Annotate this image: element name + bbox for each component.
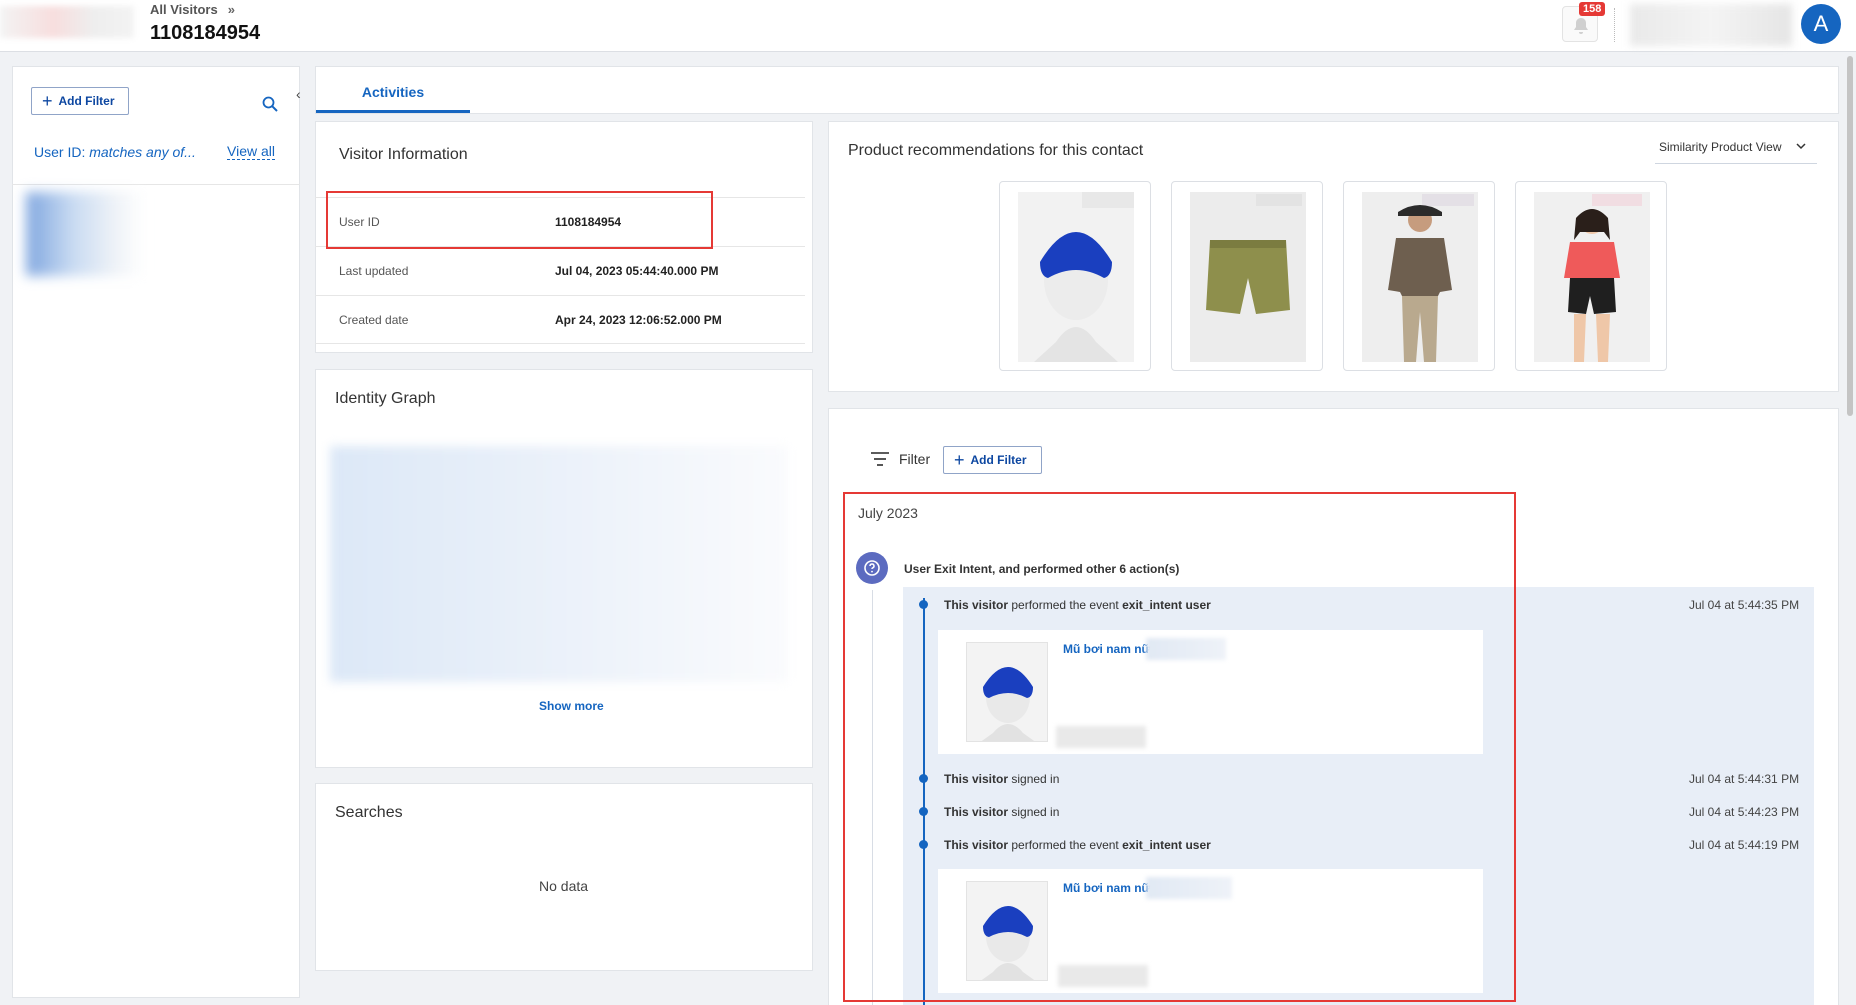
header-divider — [1614, 8, 1615, 42]
view-all-link[interactable]: View all — [227, 143, 275, 160]
visitor-info-title: Visitor Information — [339, 146, 468, 163]
product-image-shorts — [1190, 192, 1306, 362]
highlight-box-activity — [843, 492, 1516, 1002]
info-key: Created date — [339, 313, 409, 327]
chevron-down-icon — [1796, 143, 1806, 150]
product-card[interactable] — [1343, 181, 1495, 371]
activity-add-filter-button[interactable]: + Add Filter — [943, 446, 1042, 474]
event-time: Jul 04 at 5:44:35 PM — [1689, 598, 1800, 612]
notification-badge: 158 — [1579, 2, 1606, 16]
breadcrumb-separator: » — [227, 2, 235, 17]
product-card[interactable] — [1171, 181, 1323, 371]
filter-condition: matches any of... — [89, 144, 196, 160]
info-row-created-date: Created date Apr 24, 2023 12:06:52.000 PM — [315, 295, 805, 344]
page-scrollbar[interactable] — [1847, 56, 1853, 416]
info-key: Last updated — [339, 264, 409, 278]
breadcrumb[interactable]: All Visitors » — [150, 2, 235, 17]
list-item[interactable] — [26, 192, 144, 276]
show-more-link[interactable]: Show more — [539, 699, 604, 713]
breadcrumb-link[interactable]: All Visitors — [150, 2, 218, 17]
highlight-box-user-id — [326, 191, 713, 249]
searches-title: Searches — [335, 804, 403, 821]
info-value: Apr 24, 2023 12:06:52.000 PM — [555, 313, 722, 327]
product-card[interactable] — [999, 181, 1151, 371]
search-icon[interactable] — [262, 96, 278, 112]
info-value: Jul 04, 2023 05:44:40.000 PM — [555, 264, 719, 278]
page-title: 1108184954 — [150, 22, 261, 44]
product-image-swim-cap — [1018, 192, 1134, 362]
product-image-man-polo — [1362, 192, 1478, 362]
active-filter: User ID: matches any of... — [34, 144, 196, 160]
product-image-woman-polo — [1534, 192, 1650, 362]
add-filter-label: Add Filter — [58, 94, 115, 108]
info-row-last-updated: Last updated Jul 04, 2023 05:44:40.000 PM — [315, 246, 805, 295]
top-header: All Visitors » 1108184954 158 A — [0, 0, 1856, 52]
event-time: Jul 04 at 5:44:19 PM — [1689, 838, 1800, 852]
tab-activities[interactable]: Activities — [316, 84, 470, 100]
empty-state: No data — [539, 878, 589, 894]
tab-bar — [315, 66, 1839, 114]
event-time: Jul 04 at 5:44:23 PM — [1689, 805, 1800, 819]
filter-label[interactable]: Filter — [899, 451, 930, 467]
bell-icon — [1574, 18, 1588, 34]
collapse-panel-icon[interactable]: ‹ — [296, 86, 301, 102]
list-divider — [12, 184, 300, 185]
filter-icon[interactable] — [870, 451, 890, 467]
add-filter-label: Add Filter — [970, 453, 1027, 467]
dropdown-value: Similarity Product View — [1659, 140, 1782, 154]
avatar[interactable]: A — [1801, 4, 1841, 44]
filter-field: User ID: — [34, 144, 90, 160]
account-name[interactable] — [1630, 4, 1792, 46]
plus-icon: + — [42, 91, 53, 111]
product-card[interactable] — [1515, 181, 1667, 371]
logo[interactable] — [0, 6, 134, 38]
event-time: Jul 04 at 5:44:31 PM — [1689, 772, 1800, 786]
recommendation-type-dropdown[interactable]: Similarity Product View — [1655, 136, 1817, 164]
plus-icon: + — [954, 450, 965, 470]
active-tab-indicator — [316, 110, 470, 113]
recommendations-title: Product recommendations for this contact — [848, 142, 1144, 159]
add-filter-button[interactable]: + Add Filter — [31, 87, 129, 115]
identity-graph-title: Identity Graph — [335, 390, 436, 407]
identity-graph-content — [330, 446, 788, 682]
